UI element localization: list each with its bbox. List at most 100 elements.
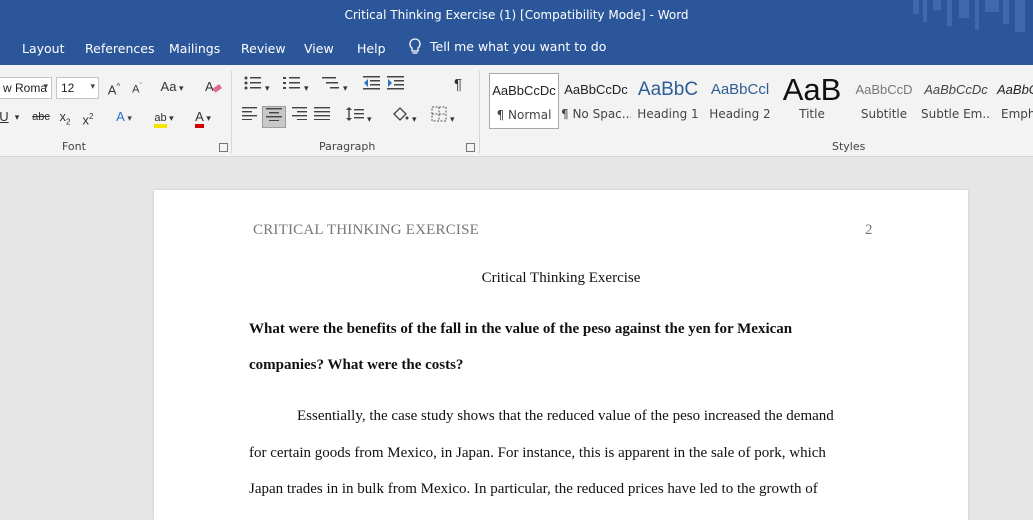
paragraph-line-1: Essentially, the case study shows that t… <box>297 408 834 424</box>
title-bar-pattern <box>913 0 1025 32</box>
window-title: Critical Thinking Exercise (1) [Compatib… <box>344 8 689 22</box>
decrease-indent-button[interactable] <box>362 75 382 97</box>
align-left-icon <box>242 107 257 120</box>
style-subtle-emphasis[interactable]: AaBbCcDc Subtle Em... <box>921 73 991 129</box>
tab-help[interactable]: Help <box>357 41 386 56</box>
line-spacing-icon <box>346 107 365 121</box>
paint-bucket-icon <box>393 107 409 121</box>
tell-me-text: Tell me what you want to do <box>430 39 607 54</box>
change-case-label: Aa <box>160 79 177 94</box>
tab-view[interactable]: View <box>304 41 334 56</box>
decrease-indent-icon <box>363 76 380 90</box>
styles-group-label: Styles <box>832 140 866 153</box>
paragraph-group-label: Paragraph <box>319 140 376 153</box>
document-title: Critical Thinking Exercise <box>481 270 641 286</box>
underline-button[interactable]: U <box>0 107 10 129</box>
lightbulb-icon <box>409 38 421 54</box>
style-name: Subtitle <box>860 107 908 121</box>
page-number: 2 <box>865 222 873 238</box>
highlight-color-button[interactable]: ab ▾ <box>147 107 181 129</box>
chevron-down-icon: ▾ <box>43 81 48 91</box>
eraser-icon: A <box>205 79 222 94</box>
shrink-font-button[interactable]: Aˇ <box>128 77 146 99</box>
align-right-button[interactable] <box>289 106 309 128</box>
tab-mailings[interactable]: Mailings <box>169 41 220 56</box>
group-divider <box>231 71 232 153</box>
style-preview: AaB <box>782 73 842 107</box>
style-name: ¶ Normal <box>496 108 552 122</box>
ribbon: w Roma ▾ 12 ▾ A^ Aˇ Aa ▾ A U ▾ abc x2 x2… <box>0 65 1033 157</box>
style-normal[interactable]: AaBbCcDc ¶ Normal <box>489 73 559 129</box>
font-dialog-launcher-icon[interactable] <box>219 143 228 152</box>
document-canvas[interactable]: CRITICAL THINKING EXERCISE 2 Critical Th… <box>0 158 1033 520</box>
font-group-label: Font <box>62 140 86 153</box>
tell-me-search[interactable]: Tell me what you want to do <box>408 38 606 55</box>
style-preview: AaBbCcD <box>855 82 913 97</box>
clear-formatting-button[interactable]: A <box>203 77 223 99</box>
multilevel-list-button[interactable]: ▾ <box>318 75 352 97</box>
group-divider <box>479 71 480 153</box>
tab-references[interactable]: References <box>85 41 154 56</box>
increase-indent-icon <box>387 76 404 90</box>
numbered-list-icon <box>283 77 301 89</box>
subscript-button[interactable]: x2 <box>56 107 74 129</box>
paragraph-dialog-launcher-icon[interactable] <box>466 143 475 152</box>
style-preview: AaBbCcDc <box>924 82 988 97</box>
font-name-value: w Roma <box>3 81 48 95</box>
running-header: CRITICAL THINKING EXERCISE <box>253 222 480 238</box>
style-preview: AaBbCcDc <box>492 83 556 98</box>
chevron-down-icon: ▾ <box>90 81 95 91</box>
multilevel-list-icon <box>322 77 340 89</box>
style-preview: AaBbCc <box>997 82 1033 97</box>
font-name-combo[interactable]: w Roma ▾ <box>0 77 52 99</box>
question-line-1: What were the benefits of the fall in th… <box>249 321 793 337</box>
align-center-button[interactable] <box>262 106 286 128</box>
style-preview: AaBbCcDc <box>564 82 628 97</box>
tab-review[interactable]: Review <box>241 41 286 56</box>
style-name: Title <box>799 107 825 121</box>
question-line-2: companies? What were the costs? <box>249 357 464 373</box>
borders-icon <box>431 106 447 122</box>
style-name: Subtle Em... <box>921 107 991 121</box>
change-case-button[interactable]: Aa ▾ <box>156 77 188 99</box>
font-color-button[interactable]: A ▾ <box>187 107 219 129</box>
align-center-icon <box>266 108 282 121</box>
strikethrough-button[interactable]: abc <box>30 107 52 129</box>
text-effects-button[interactable]: A ▾ <box>110 107 138 129</box>
title-bar: Critical Thinking Exercise (1) [Compatib… <box>0 0 1033 32</box>
style-name: Emph <box>1001 107 1033 121</box>
style-heading-1[interactable]: AaBbC Heading 1 <box>633 73 703 129</box>
font-size-combo[interactable]: 12 ▾ <box>56 77 99 99</box>
justify-icon <box>314 107 330 120</box>
bullets-button[interactable]: ▾ <box>240 75 274 97</box>
show-formatting-marks-button[interactable]: ¶ <box>448 75 468 97</box>
style-heading-2[interactable]: AaBbCcl Heading 2 <box>705 73 775 129</box>
paragraph-line-2: for certain goods from Mexico, in Japan.… <box>249 445 826 461</box>
justify-button[interactable] <box>312 106 332 128</box>
svg-text:A: A <box>205 79 214 94</box>
style-no-spacing[interactable]: AaBbCcDc ¶ No Spac... <box>561 73 631 129</box>
align-right-icon <box>292 107 307 120</box>
numbering-button[interactable]: ▾ <box>279 75 313 97</box>
style-preview: AaBbCcl <box>710 81 770 98</box>
borders-button[interactable]: ▾ <box>427 106 459 128</box>
paragraph-line-3: Japan trades in in bulk from Mexico. In … <box>249 481 818 497</box>
shading-button[interactable]: ▾ <box>388 106 420 128</box>
style-subtitle[interactable]: AaBbCcD Subtitle <box>849 73 919 129</box>
line-spacing-button[interactable]: ▾ <box>343 106 375 128</box>
bullet-list-icon <box>244 76 262 90</box>
document-page[interactable]: CRITICAL THINKING EXERCISE 2 Critical Th… <box>154 190 968 520</box>
style-emphasis[interactable]: AaBbCc Emph <box>993 73 1033 129</box>
chevron-down-icon[interactable]: ▾ <box>12 107 22 129</box>
superscript-button[interactable]: x2 <box>79 107 97 129</box>
style-title[interactable]: AaB Title <box>777 73 847 129</box>
ribbon-tabs: Layout References Mailings Review View H… <box>0 32 1033 65</box>
font-size-value: 12 <box>61 81 75 95</box>
grow-font-button[interactable]: A^ <box>104 77 124 99</box>
style-name: ¶ No Spac... <box>561 107 631 121</box>
increase-indent-button[interactable] <box>386 75 406 97</box>
style-preview: AaBbC <box>637 79 699 100</box>
style-name: Heading 1 <box>637 107 699 121</box>
tab-layout[interactable]: Layout <box>22 41 65 56</box>
align-left-button[interactable] <box>240 106 260 128</box>
